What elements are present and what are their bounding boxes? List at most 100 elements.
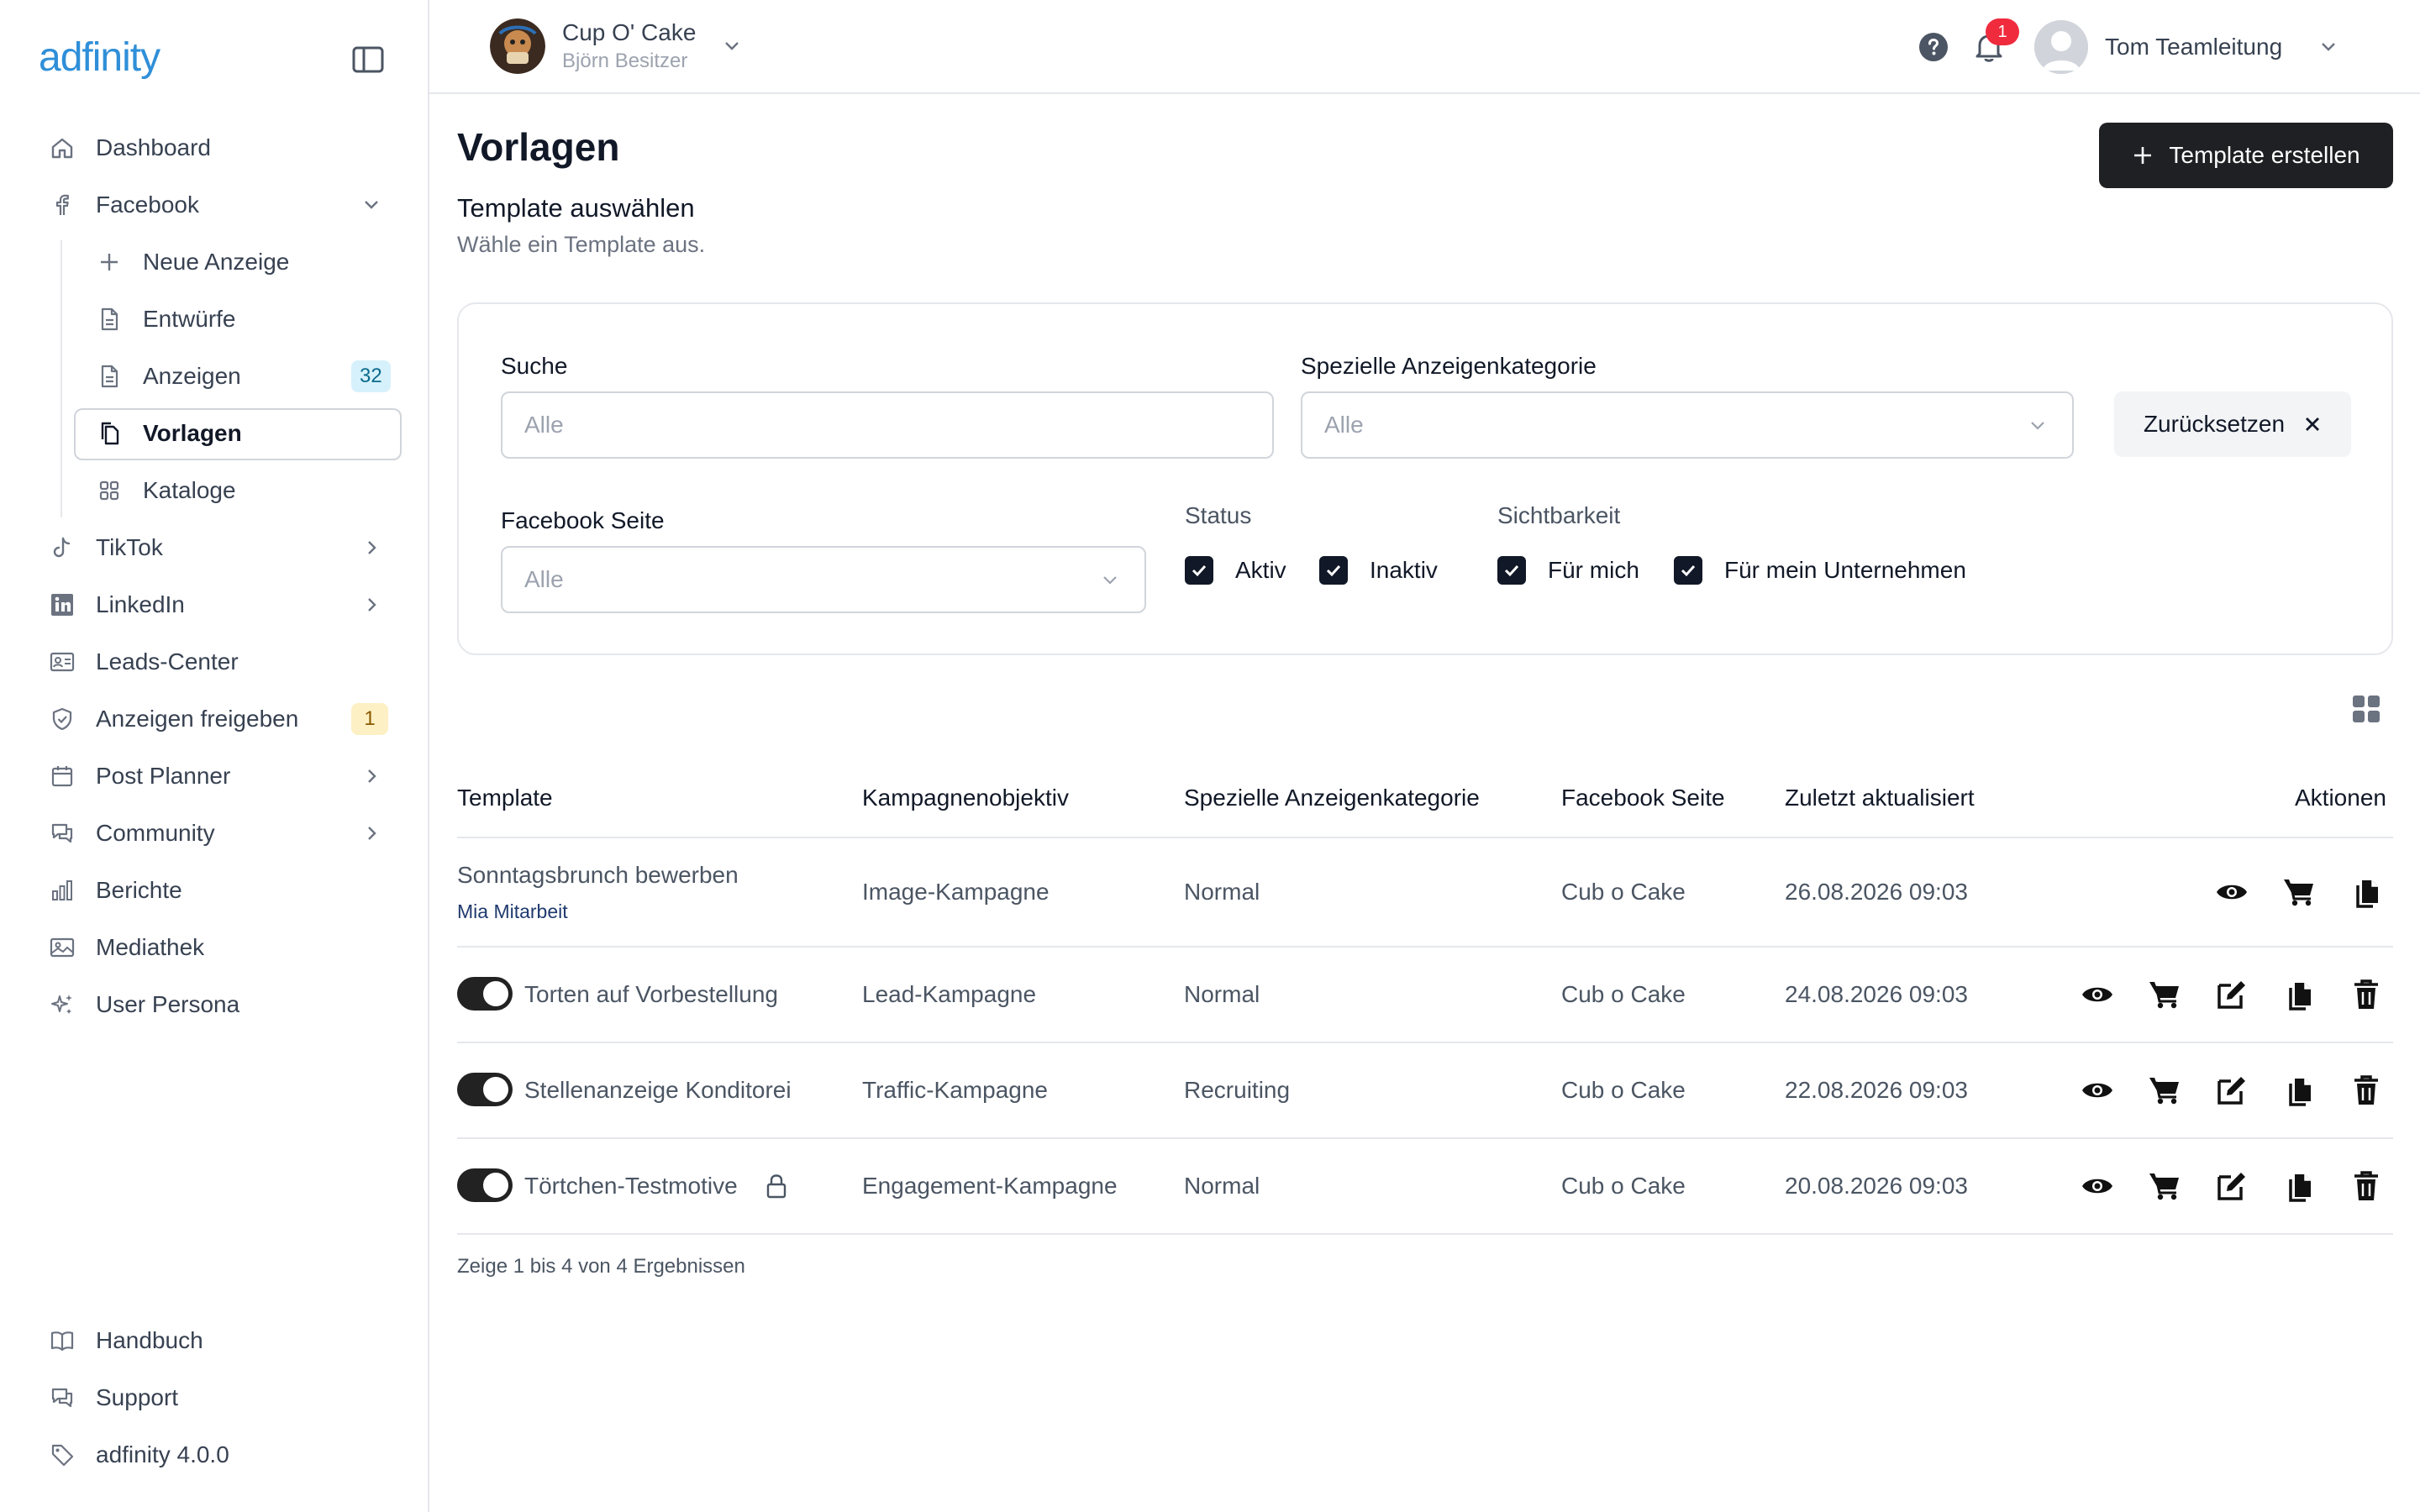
calendar-icon <box>49 763 76 790</box>
duplicate-button[interactable] <box>2282 1169 2316 1203</box>
sidebar: adfinity Dashboard Facebook Neue Anzeige… <box>0 0 429 1512</box>
template-name: Stellenanzeige Konditorei <box>524 1077 792 1103</box>
user-menu[interactable]: Tom Teamleitung <box>2034 20 2339 74</box>
sidebar-item-community[interactable]: Community <box>0 808 429 858</box>
toggle-knob <box>483 1077 508 1102</box>
checkbox-label: Für mich <box>1548 557 1639 583</box>
edit-icon <box>2217 981 2245 1009</box>
template-owner: Mia Mitarbeit <box>457 900 568 922</box>
updated-at: 26.08.2026 09:03 <box>1785 879 1968 905</box>
active-toggle[interactable] <box>457 1168 513 1202</box>
duplicate-button[interactable] <box>2282 1074 2316 1107</box>
edit-button[interactable] <box>2215 978 2249 1011</box>
home-icon <box>49 134 76 161</box>
help-button[interactable] <box>1918 32 1949 62</box>
pagination-info: Zeige 1 bis 4 von 4 Ergebnissen <box>457 1255 745 1278</box>
status-inactive-checkbox[interactable]: Inaktiv <box>1319 556 1438 585</box>
category-label: Spezielle Anzeigenkategorie <box>1301 353 1597 379</box>
company-switcher[interactable]: Cup O' Cake Björn Besitzer <box>490 18 743 74</box>
visibility-me-checkbox[interactable]: Für mich <box>1497 556 1639 585</box>
preview-button[interactable] <box>2081 978 2114 1011</box>
sidebar-item-anzeigen[interactable]: Anzeigen 32 <box>0 351 429 402</box>
sidebar-item-anzeigen-freigeben[interactable]: Anzeigen freigeben 1 <box>0 694 429 744</box>
status-active-checkbox[interactable]: Aktiv <box>1185 556 1286 585</box>
facebook-icon <box>49 192 76 218</box>
chat-icon <box>49 1384 76 1411</box>
cart-button[interactable] <box>2148 1169 2181 1203</box>
chevron-right-icon <box>360 536 383 559</box>
create-template-button[interactable]: Template erstellen <box>2099 123 2393 188</box>
bar-chart-icon <box>49 877 76 904</box>
adfinity-logo[interactable]: adfinity <box>39 32 160 82</box>
visibility-label: Sichtbarkeit <box>1497 502 1621 528</box>
sidebar-item-handbuch[interactable]: Handbuch <box>0 1315 429 1366</box>
active-toggle[interactable] <box>457 977 513 1011</box>
facebook-page-select[interactable]: Alle <box>501 546 1146 613</box>
ad-category: Normal <box>1184 981 1260 1007</box>
chevron-down-icon <box>360 193 383 217</box>
sidebar-item-label: Berichte <box>96 877 182 903</box>
create-template-label: Template erstellen <box>2169 142 2360 168</box>
sidebar-item-dashboard[interactable]: Dashboard <box>0 123 429 173</box>
tag-icon <box>49 1441 76 1468</box>
copy-icon <box>2289 1174 2311 1202</box>
sidebar-item-label: Anzeigen freigeben <box>96 706 299 732</box>
checkbox-label: Inaktiv <box>1370 557 1438 583</box>
edit-button[interactable] <box>2215 1074 2249 1107</box>
category-select[interactable]: Alle <box>1301 391 2074 459</box>
tiktok-icon <box>49 534 76 561</box>
sidebar-item-version[interactable]: adfinity 4.0.0 <box>0 1430 429 1480</box>
trash-icon <box>2354 979 2378 1009</box>
duplicate-button[interactable] <box>2349 875 2383 909</box>
linkedin-icon <box>49 591 76 618</box>
sidebar-item-leads-center[interactable]: Leads-Center <box>0 637 429 687</box>
ad-category: Normal <box>1184 879 1260 905</box>
sidebar-item-facebook[interactable]: Facebook <box>0 180 429 230</box>
sidebar-item-user-persona[interactable]: User Persona <box>0 979 429 1030</box>
sidebar-item-linkedin[interactable]: LinkedIn <box>0 580 429 630</box>
table-divider <box>457 1137 2393 1139</box>
sidebar-toggle-button[interactable] <box>351 45 385 74</box>
sidebar-item-support[interactable]: Support <box>0 1373 429 1423</box>
cart-button[interactable] <box>2148 1074 2181 1107</box>
sidebar-item-entwuerfe[interactable]: Entwürfe <box>0 294 429 344</box>
delete-button[interactable] <box>2349 1169 2383 1203</box>
sidebar-item-label: Handbuch <box>96 1327 203 1353</box>
delete-button[interactable] <box>2349 1074 2383 1107</box>
sidebar-item-berichte[interactable]: Berichte <box>0 865 429 916</box>
sidebar-item-label: Support <box>96 1384 179 1410</box>
duplicate-button[interactable] <box>2282 978 2316 1011</box>
check-icon <box>1192 564 1207 577</box>
active-toggle[interactable] <box>457 1073 513 1106</box>
template-name: Sonntagsbrunch bewerben <box>457 862 739 888</box>
visibility-company-checkbox[interactable]: Für mein Unternehmen <box>1674 556 1966 585</box>
reset-filters-button[interactable]: Zurücksetzen <box>2114 391 2351 457</box>
preview-button[interactable] <box>2081 1074 2114 1107</box>
sidebar-item-vorlagen[interactable]: Vorlagen <box>0 408 429 460</box>
sidebar-item-label: Dashboard <box>96 134 211 160</box>
sidebar-item-kataloge[interactable]: Kataloge <box>0 465 429 516</box>
toggle-knob <box>483 981 508 1006</box>
preview-button[interactable] <box>2215 875 2249 909</box>
sidebar-item-post-planner[interactable]: Post Planner <box>0 751 429 801</box>
status-label: Status <box>1185 502 1252 528</box>
trash-icon <box>2354 1075 2378 1105</box>
sidebar-item-label: Anzeigen <box>143 363 241 389</box>
sidebar-item-neue-anzeige[interactable]: Neue Anzeige <box>0 237 429 287</box>
column-header: Facebook Seite <box>1561 785 1725 811</box>
cart-button[interactable] <box>2148 978 2181 1011</box>
edit-button[interactable] <box>2215 1169 2249 1203</box>
sidebar-item-label: TikTok <box>96 534 163 560</box>
sidebar-item-tiktok[interactable]: TikTok <box>0 522 429 573</box>
shield-check-icon <box>49 706 76 732</box>
sidebar-item-mediathek[interactable]: Mediathek <box>0 922 429 973</box>
table-divider <box>457 1233 2393 1235</box>
search-label: Suche <box>501 353 568 379</box>
delete-button[interactable] <box>2349 978 2383 1011</box>
chat-icon <box>49 820 76 847</box>
cart-button[interactable] <box>2282 875 2316 909</box>
grid-view-toggle[interactable] <box>2351 694 2381 724</box>
column-header: Spezielle Anzeigenkategorie <box>1184 785 1480 811</box>
search-input[interactable]: Alle <box>501 391 1274 459</box>
preview-button[interactable] <box>2081 1169 2114 1203</box>
